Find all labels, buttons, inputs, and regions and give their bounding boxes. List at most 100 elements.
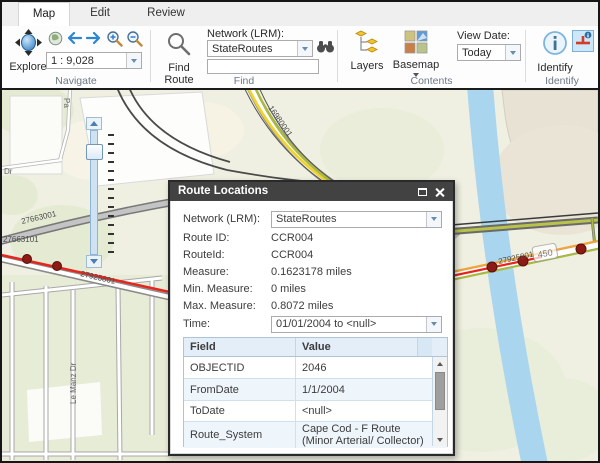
group-find: Find Route Network (LRM): StateRoutes Fi… xyxy=(151,26,337,92)
time-dropdown-button[interactable] xyxy=(426,316,441,332)
next-extent-button[interactable] xyxy=(85,31,103,50)
zoom-slider-up-button[interactable] xyxy=(86,117,102,130)
map-canvas[interactable]: 450 27663001 27663101 27925801 27925801 … xyxy=(2,88,598,461)
layers-button[interactable]: Layers xyxy=(347,30,387,72)
view-date-combo[interactable]: Today xyxy=(457,44,521,61)
zoom-slider-down-button[interactable] xyxy=(86,255,102,268)
navigate-group-label: Navigate xyxy=(55,75,97,87)
forward-arrow-icon xyxy=(85,31,102,50)
field-row-network: Network (LRM): StateRoutes xyxy=(183,209,442,229)
value-column-header: Value xyxy=(302,341,331,353)
view-date-value: Today xyxy=(462,46,492,59)
map-scale-dropdown-button[interactable] xyxy=(126,53,141,68)
table-scrollbar[interactable] xyxy=(432,357,447,446)
fixed-zoom-in-button[interactable] xyxy=(105,30,123,49)
dialog-title-bar[interactable]: Route Locations xyxy=(170,182,453,201)
full-extent-button[interactable] xyxy=(46,31,64,51)
field-row-routeid: RouteId: CCR004 xyxy=(183,246,442,263)
measure-value: 0.1623178 miles xyxy=(271,265,352,278)
route-id-value: CCR004 xyxy=(271,231,314,244)
network-combo[interactable]: StateRoutes xyxy=(271,210,442,228)
scroll-down-button[interactable] xyxy=(433,433,447,446)
find-route-label-line1: Find xyxy=(168,62,190,74)
group-navigate: Explore 1: 9,028 Navigate xyxy=(2,26,150,88)
fixed-zoom-out-button[interactable] xyxy=(125,30,143,52)
chevron-down-icon xyxy=(131,58,137,63)
map-scale-combo[interactable]: 1 : 9,028 xyxy=(46,52,142,69)
tab-edit[interactable]: Edit xyxy=(72,2,128,26)
window-frame: Map Edit Review Explore 1: 9,028 Naviga… xyxy=(0,0,600,463)
scrollbar-thumb[interactable] xyxy=(435,372,445,410)
app-window: Map Edit Review Explore 1: 9,028 Naviga… xyxy=(0,0,600,463)
maximize-icon xyxy=(417,187,427,196)
cell-value: 2046 xyxy=(302,361,327,374)
network-lrm-label: Network (LRM): xyxy=(207,28,285,40)
identify-icon xyxy=(541,29,569,62)
road-label-27663101: 27663101 xyxy=(3,235,39,244)
cell-value: Cape Cod - F Route (Minor Arterial/ Coll… xyxy=(302,423,424,447)
dialog-body: Network (LRM): StateRoutes Route ID: CCR… xyxy=(170,201,453,454)
identify-label: Identify xyxy=(537,62,573,74)
cell-field: OBJECTID xyxy=(184,357,296,378)
chevron-up-icon xyxy=(90,121,98,126)
basemap-icon xyxy=(404,30,428,59)
find-route-input[interactable] xyxy=(207,59,319,74)
ribbon-tab-strip: Map Edit Review xyxy=(2,2,598,26)
table-row[interactable]: OBJECTID 2046 xyxy=(184,357,447,379)
tab-map[interactable]: Map xyxy=(18,2,70,26)
table-row[interactable]: FromDate 1/1/2004 xyxy=(184,379,447,401)
header-scroll-corner xyxy=(417,338,432,356)
basemap-label: Basemap xyxy=(392,59,440,71)
dialog-maximize-button[interactable] xyxy=(415,185,429,198)
zoom-slider-ticks xyxy=(108,134,114,256)
basemap-button[interactable]: Basemap xyxy=(392,30,440,77)
group-contents: Layers Basemap View Date: Today Contents xyxy=(338,26,525,88)
max-measure-label: Max. Measure: xyxy=(183,299,256,312)
network-lrm-value: StateRoutes xyxy=(212,42,273,55)
street-label-le-manz-dr: Le Manz Dr xyxy=(69,362,78,404)
chevron-down-icon xyxy=(510,50,516,55)
zoom-slider-thumb[interactable] xyxy=(86,144,103,160)
view-date-dropdown-button[interactable] xyxy=(505,45,520,60)
table-row[interactable]: ToDate <null> xyxy=(184,401,447,422)
identify-route-locations-toggle[interactable] xyxy=(572,30,594,52)
table-row[interactable]: Route_System Cape Cod - F Route (Minor A… xyxy=(184,422,447,448)
explore-icon xyxy=(14,29,42,61)
field-row-route-id: Route ID: CCR004 xyxy=(183,229,442,246)
zoom-out-icon xyxy=(126,30,143,52)
map-zoom-slider xyxy=(86,117,116,269)
tab-review[interactable]: Review xyxy=(130,2,202,26)
max-measure-value: 0.8072 miles xyxy=(271,299,334,312)
attributes-table: Field Value OBJECTID 2046 FromDate 1/1/2… xyxy=(183,337,448,448)
network-dropdown-button[interactable] xyxy=(426,211,441,227)
explore-button[interactable]: Explore xyxy=(8,29,48,73)
field-row-measure: Measure: 0.1623178 miles xyxy=(183,263,442,280)
cell-field: Route_System xyxy=(184,422,296,448)
min-measure-value: 0 miles xyxy=(271,282,306,295)
field-row-min-measure: Min. Measure: 0 miles xyxy=(183,280,442,297)
field-column-header: Field xyxy=(184,338,296,356)
network-lrm-dropdown-button[interactable] xyxy=(297,41,312,56)
identify-button[interactable]: Identify xyxy=(534,29,576,74)
previous-extent-button[interactable] xyxy=(65,31,83,49)
group-identify: Identify Identify xyxy=(526,26,598,88)
network-lrm-combo[interactable]: StateRoutes xyxy=(207,40,313,57)
find-route-icon xyxy=(166,31,192,62)
scroll-up-button[interactable] xyxy=(433,357,447,370)
layers-icon xyxy=(354,30,380,60)
identify-group-label: Identify xyxy=(545,75,579,87)
search-route-button[interactable] xyxy=(316,40,334,57)
dialog-title: Route Locations xyxy=(178,185,269,197)
street-label-dr: Dr xyxy=(4,167,13,176)
routeid-label: RouteId: xyxy=(183,248,225,261)
cell-value: 1/1/2004 xyxy=(302,383,345,396)
globe-icon xyxy=(48,31,63,51)
chevron-down-icon xyxy=(302,46,308,51)
ribbon: Explore 1: 9,028 Navigate Find Route Ne… xyxy=(2,26,598,92)
network-value: StateRoutes xyxy=(276,213,337,225)
find-group-label: Find xyxy=(233,75,255,87)
binoculars-icon xyxy=(316,39,335,58)
dialog-close-button[interactable] xyxy=(433,185,447,198)
time-combo[interactable]: 01/01/2004 to <null> xyxy=(271,315,442,333)
table-header-row: Field Value xyxy=(184,338,447,357)
